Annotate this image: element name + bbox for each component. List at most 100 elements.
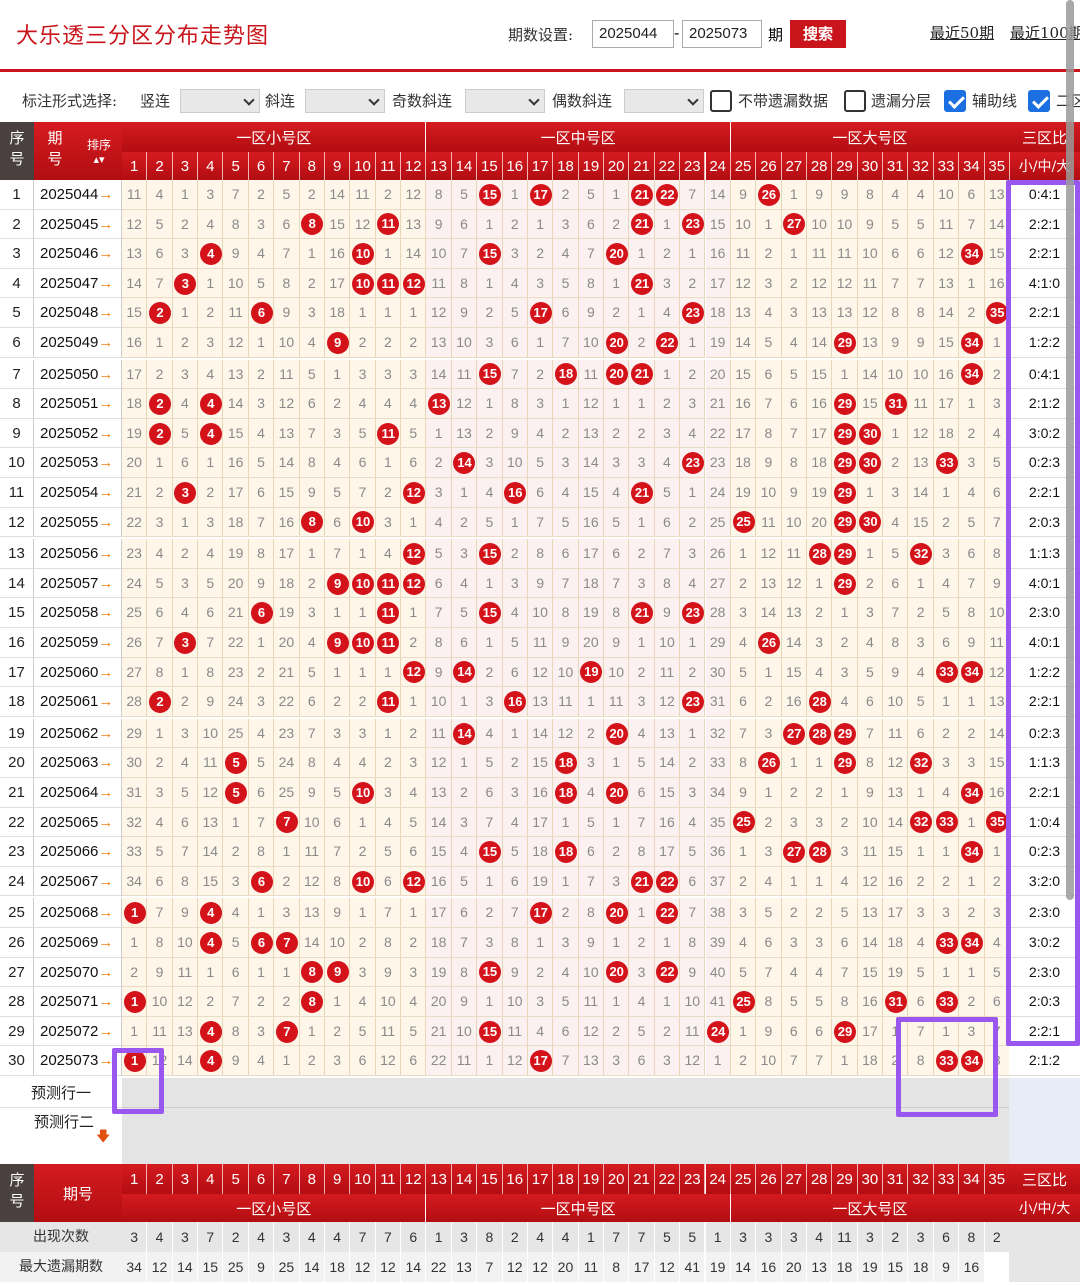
seq-cell: 14 [0, 568, 34, 599]
number-cell: 2 [730, 568, 757, 599]
period-to-input[interactable]: 2025073 [682, 20, 762, 48]
col-number: 34 [959, 152, 985, 180]
occurrence-cell: 3 [908, 1222, 934, 1252]
even-diagonal-select[interactable] [624, 89, 704, 113]
no-missing-checkbox[interactable] [710, 90, 732, 112]
number-cell: 12 [401, 478, 427, 508]
recent-50-link[interactable]: 最近50期 [930, 22, 994, 43]
drawn-number-ball: 11 [377, 602, 400, 625]
number-cell: 4 [553, 478, 579, 508]
number-cell: 12 [426, 298, 452, 328]
number-cell: 2 [629, 328, 655, 358]
diagonal-select[interactable] [305, 89, 385, 113]
seq-cell: 2 [0, 209, 34, 240]
number-cell: 1 [959, 866, 985, 897]
odd-diagonal-select[interactable] [465, 89, 545, 113]
footer-col-number: 13 [426, 1164, 452, 1194]
drawn-number-ball: 27 [783, 840, 806, 863]
number-cell: 15 [274, 478, 300, 508]
scrollbar[interactable] [1066, 0, 1074, 900]
number-cell: 2 [324, 1016, 351, 1047]
number-cell: 10 [198, 718, 224, 749]
number-cell: 5 [147, 568, 173, 599]
predict-row-2-grid[interactable] [122, 1108, 1009, 1164]
period-cell: 2025054→ [34, 478, 122, 508]
number-cell: 5 [806, 987, 833, 1017]
number-cell: 1 [604, 987, 630, 1017]
period-cell: 2025053→ [34, 448, 122, 478]
number-cell: 18 [122, 389, 148, 419]
occurrence-cell: 7 [604, 1222, 630, 1252]
max-missing-cell: 22 [426, 1252, 452, 1282]
number-cell: 5 [172, 778, 199, 808]
number-cell: 5 [933, 598, 960, 628]
number-cell: 14 [857, 928, 884, 958]
number-cell: 1 [324, 359, 351, 390]
missing-layer-checkbox[interactable] [844, 90, 866, 112]
number-cell: 5 [324, 778, 351, 808]
number-cell: 17 [527, 898, 554, 928]
number-cell: 16 [730, 389, 757, 419]
number-cell: 7 [604, 568, 630, 599]
period-from-input[interactable]: 2025044 [592, 20, 674, 48]
period-number: 2025060 [40, 663, 99, 681]
number-cell: 9 [527, 568, 554, 599]
number-cell: 6 [806, 1016, 833, 1047]
number-cell: 29 [832, 328, 858, 358]
chevron-down-icon [528, 94, 540, 106]
search-button[interactable]: 搜索 [790, 20, 846, 48]
number-cell: 1 [756, 778, 782, 808]
period-cell: 2025065→ [34, 807, 122, 838]
down-arrow-icon[interactable]: 🡇 [96, 1126, 110, 1150]
number-cell: 14 [426, 807, 452, 838]
number-cell: 5 [147, 209, 173, 240]
drawn-number-ball: 35 [986, 302, 1009, 325]
number-cell: 15 [933, 328, 960, 358]
drawn-number-ball: 22 [656, 961, 679, 984]
sort-icon[interactable]: ▴▾ [93, 153, 104, 166]
number-cell: 11 [375, 568, 402, 599]
drawn-number-ball: 6 [250, 602, 273, 625]
number-cell: 9 [959, 628, 985, 658]
occurrence-cell: 7 [198, 1222, 224, 1252]
number-cell: 23 [680, 448, 706, 478]
number-cell: 13 [426, 778, 452, 808]
sort-header[interactable]: 排序 ▴▾ [76, 122, 122, 180]
number-cell: 14 [299, 928, 325, 958]
number-cell: 9 [883, 657, 909, 688]
zone2-checkbox[interactable] [1028, 90, 1050, 112]
number-cell: 9 [857, 778, 884, 808]
number-cell: 3 [375, 507, 402, 538]
seq-cell: 8 [0, 389, 34, 419]
number-cell: 8 [959, 598, 985, 628]
seq-cell: 7 [0, 359, 34, 390]
number-cell: 2 [604, 418, 630, 449]
number-cell: 26 [756, 748, 782, 778]
aux-line-checkbox[interactable] [944, 90, 966, 112]
drawn-number-ball: 3 [174, 481, 197, 504]
predict-row-1-grid[interactable] [122, 1078, 1009, 1108]
number-cell: 2 [959, 987, 985, 1017]
seq-cell: 15 [0, 598, 34, 628]
vertical-select[interactable] [180, 89, 260, 113]
number-cell: 23 [223, 657, 249, 688]
occurrence-cell: 4 [553, 1222, 579, 1252]
drawn-number-ball: 29 [834, 392, 857, 415]
number-cell: 3 [477, 328, 503, 358]
number-cell: 1 [908, 837, 934, 867]
period-cell: 2025068→ [34, 898, 122, 928]
number-cell: 14 [198, 837, 224, 867]
number-cell: 2 [553, 418, 579, 449]
sort-label: 排序 [86, 138, 111, 152]
number-cell: 22 [654, 898, 681, 928]
period-number: 2025067 [40, 872, 99, 890]
chevron-down-icon [243, 94, 255, 106]
number-cell: 3 [172, 718, 199, 749]
col-number: 8 [299, 152, 325, 180]
number-cell: 4 [680, 568, 706, 599]
col-number: 17 [527, 152, 554, 180]
number-cell: 8 [299, 507, 325, 538]
number-cell: 15 [477, 359, 503, 390]
number-cell: 34 [959, 359, 985, 390]
number-cell: 5 [299, 657, 325, 688]
